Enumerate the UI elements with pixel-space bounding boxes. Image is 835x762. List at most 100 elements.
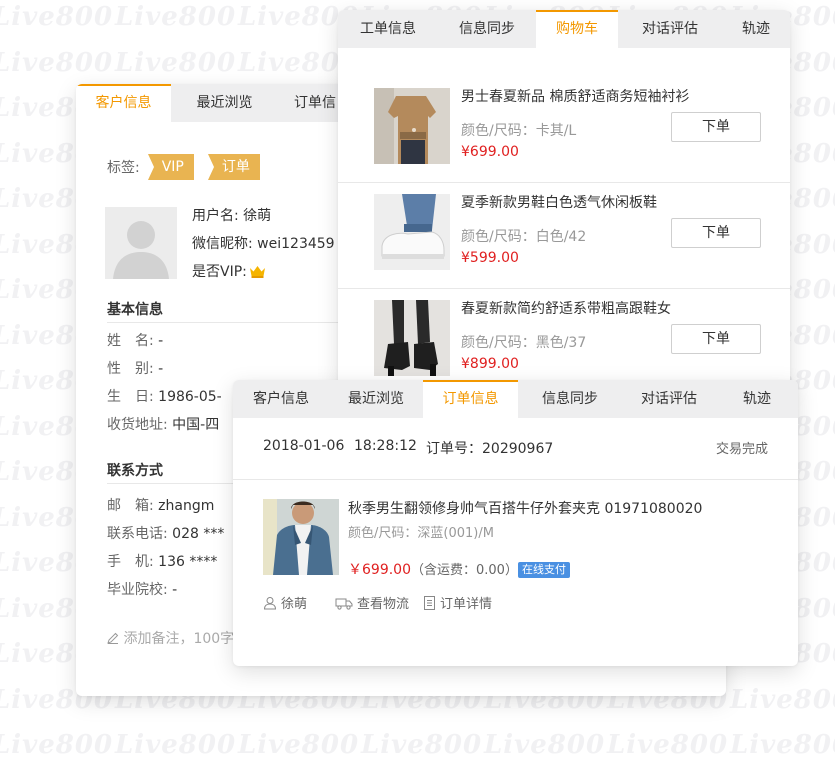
tab-ticket-info[interactable]: 工单信息 xyxy=(338,10,438,48)
field-name-label: 姓 名: xyxy=(107,333,154,349)
cart-item-price: ¥699.00 xyxy=(461,144,519,160)
remark-placeholder: 添加备注，100字 xyxy=(123,631,235,647)
field-gender: 性 别: - xyxy=(107,358,163,378)
watermark-text: Live800 xyxy=(115,2,237,32)
truck-icon xyxy=(335,598,353,610)
watermark-text: Live800 xyxy=(484,730,606,760)
order-number: 订单号：20290967 xyxy=(426,441,554,457)
order-tabs: 客户信息 最近浏览 订单信息 信息同步 对话评估 轨迹 xyxy=(233,380,798,418)
cart-item-spec: 颜色/尺码：卡其/L xyxy=(461,123,577,139)
field-school-label: 毕业院校: xyxy=(107,582,168,598)
nickname-label: 微信昵称: xyxy=(192,236,253,252)
remark-input[interactable]: 添加备注，100字 xyxy=(107,628,234,648)
field-phone-value: 028 *** xyxy=(172,526,225,542)
document-icon xyxy=(424,595,435,610)
nickname-value: wei123459 xyxy=(257,236,335,252)
user-icon xyxy=(263,596,277,609)
shopping-cart-panel: 工单信息 信息同步 购物车 对话评估 轨迹 男士春夏新品 棉质舒适商务短袖衬衫 … xyxy=(338,10,790,390)
view-logistics-label: 查看物流 xyxy=(357,597,410,612)
tab-track[interactable]: 轨迹 xyxy=(716,380,798,418)
tab-track[interactable]: 轨迹 xyxy=(722,10,790,48)
field-phone: 联系电话: 028 *** xyxy=(107,523,224,543)
watermark-text: Live800 xyxy=(0,2,114,32)
cart-item-name[interactable]: 男士春夏新品 棉质舒适商务短袖衬衫 xyxy=(461,86,689,106)
order-status: 交易完成 xyxy=(715,442,768,457)
pencil-icon xyxy=(107,632,119,644)
field-address-value: 中国-四 xyxy=(172,417,220,433)
cart-item-name[interactable]: 春夏新款简约舒适系带粗高跟鞋女 xyxy=(461,298,671,318)
cart-item-name[interactable]: 夏季新款男鞋白色透气休闲板鞋 xyxy=(461,192,657,212)
avatar-placeholder-icon xyxy=(105,207,177,279)
tag-row: 标签: VIP 订单 xyxy=(107,154,260,180)
field-mobile-value: 136 **** xyxy=(158,554,218,570)
place-order-button[interactable]: 下单 xyxy=(671,218,761,248)
field-mobile-label: 手 机: xyxy=(107,554,154,570)
tag-vip[interactable]: VIP xyxy=(147,154,194,180)
tab-info-sync[interactable]: 信息同步 xyxy=(438,10,536,48)
watermark-text: Live800 xyxy=(607,730,729,760)
watermark-row: Live800Live800Live800Live800Live800Live8… xyxy=(0,730,835,760)
order-divider xyxy=(233,479,798,480)
vip-label: 是否VIP: xyxy=(192,264,247,280)
field-gender-label: 性 别: xyxy=(107,361,154,377)
order-price-row: ￥699.00（含运费：0.00） 在线支付 xyxy=(348,559,570,579)
field-email: 邮 箱: zhangm xyxy=(107,495,214,515)
field-email-value: zhangm xyxy=(158,498,215,514)
field-phone-label: 联系电话: xyxy=(107,526,168,542)
tab-recent-browse[interactable]: 最近浏览 xyxy=(171,84,278,122)
field-mobile: 手 机: 136 **** xyxy=(107,551,217,571)
field-school-value: - xyxy=(172,582,178,598)
tab-order-info[interactable]: 订单信息 xyxy=(423,380,518,418)
field-address-label: 收货地址: xyxy=(107,417,168,433)
cart-item-price: ¥899.00 xyxy=(461,356,519,372)
cart-item-spec: 颜色/尺码：黑色/37 xyxy=(461,335,587,351)
field-gender-value: - xyxy=(158,361,164,377)
view-logistics-button[interactable]: 查看物流 xyxy=(335,593,409,612)
field-birthday: 生 日: 1986-05- xyxy=(107,386,222,406)
watermark-text: Live800 xyxy=(238,730,360,760)
tab-shopping-cart[interactable]: 购物车 xyxy=(536,10,618,48)
field-birthday-value: 1986-05- xyxy=(158,389,222,405)
tab-dialog-eval[interactable]: 对话评估 xyxy=(618,10,722,48)
watermark-text: Live800 xyxy=(0,47,114,78)
field-name-value: - xyxy=(158,333,164,349)
place-order-button[interactable]: 下单 xyxy=(671,324,761,354)
place-order-button[interactable]: 下单 xyxy=(671,112,761,142)
username-value: 徐萌 xyxy=(243,208,272,224)
field-birthday-label: 生 日: xyxy=(107,389,154,405)
nickname-row: 微信昵称: wei123459 xyxy=(192,233,335,253)
order-customer-name: 徐萌 xyxy=(281,597,308,612)
watermark-text: Live800 xyxy=(730,730,835,760)
tab-dialog-eval[interactable]: 对话评估 xyxy=(622,380,716,418)
watermark-text: Live800 xyxy=(730,684,835,715)
vip-row: 是否VIP: xyxy=(192,261,266,281)
order-customer-link[interactable]: 徐萌 xyxy=(263,593,307,612)
field-address: 收货地址: 中国-四 xyxy=(107,414,219,434)
online-payment-badge: 在线支付 xyxy=(517,562,570,578)
product-image-shirt xyxy=(374,88,450,164)
product-image-heels xyxy=(374,300,450,376)
order-detail-button[interactable]: 订单详情 xyxy=(423,593,492,612)
order-info-panel: 客户信息 最近浏览 订单信息 信息同步 对话评估 轨迹 2018-01-06 1… xyxy=(233,380,798,666)
order-price: ￥699.00 xyxy=(348,562,411,578)
watermark-text: Live800 xyxy=(0,730,114,760)
order-detail-label: 订单详情 xyxy=(440,597,493,612)
tab-customer-info[interactable]: 客户信息 xyxy=(76,84,171,122)
cart-item: 春夏新款简约舒适系带粗高跟鞋女 颜色/尺码：黑色/37 ¥899.00 下单 xyxy=(338,288,790,390)
field-school: 毕业院校: - xyxy=(107,579,177,599)
order-product-name[interactable]: 秋季男生翻领修身帅气百搭牛仔外套夹克 01971080020 xyxy=(348,498,702,518)
crown-icon xyxy=(249,265,265,278)
cart-item: 男士春夏新品 棉质舒适商务短袖衬衫 颜色/尺码：卡其/L ¥699.00 下单 xyxy=(338,76,790,183)
cart-item-spec: 颜色/尺码：白色/42 xyxy=(461,229,587,245)
product-image-sneaker xyxy=(374,194,450,270)
username-label: 用户名: xyxy=(192,208,239,224)
tab-recent-browse[interactable]: 最近浏览 xyxy=(329,380,423,418)
cart-item-price: ¥599.00 xyxy=(461,250,519,266)
cart-tabs: 工单信息 信息同步 购物车 对话评估 轨迹 xyxy=(338,10,790,48)
tag-order[interactable]: 订单 xyxy=(207,154,260,180)
tab-info-sync[interactable]: 信息同步 xyxy=(518,380,622,418)
field-name: 姓 名: - xyxy=(107,330,163,350)
tab-customer-info[interactable]: 客户信息 xyxy=(233,380,329,418)
watermark-text: Live800 xyxy=(115,730,237,760)
product-image-jacket xyxy=(263,499,339,575)
